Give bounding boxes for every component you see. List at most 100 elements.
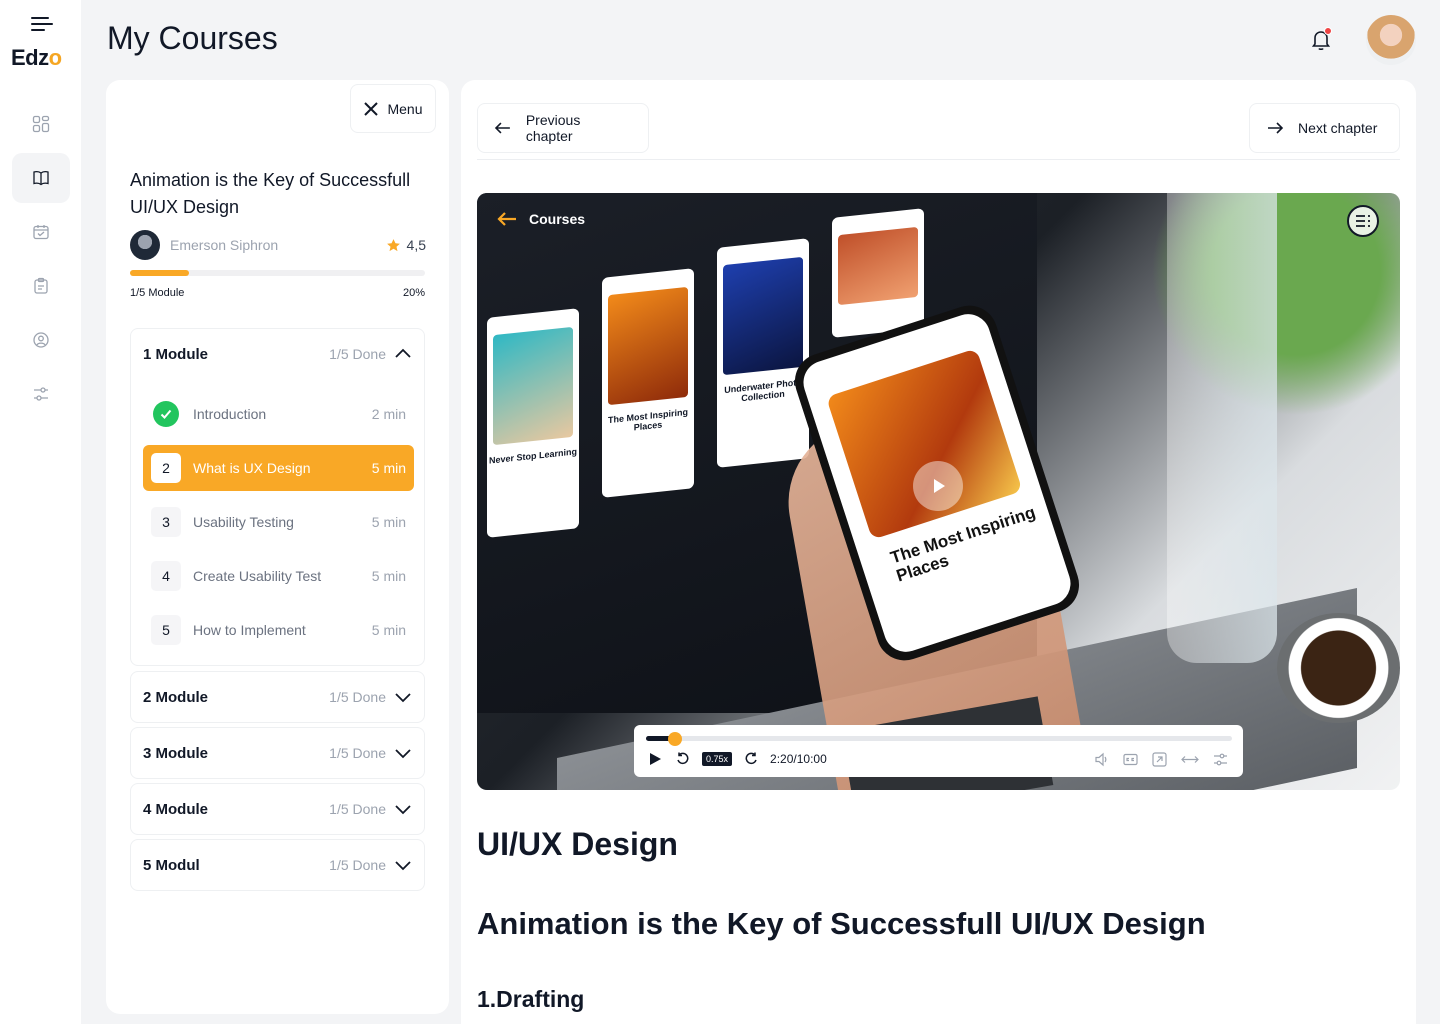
module-done-count: 1/5 Done	[329, 801, 386, 817]
lesson-item-3[interactable]: 3 Usability Testing 5 min	[143, 499, 414, 545]
sidebar-item-dashboard[interactable]	[12, 99, 70, 149]
previous-chapter-button[interactable]: Previous chapter	[477, 103, 649, 153]
previous-chapter-label: Previous chapter	[525, 112, 581, 144]
chevron-up-icon	[395, 348, 411, 358]
progress-modules: 1/5 Module	[130, 287, 185, 299]
lesson-item-1[interactable]: Introduction 2 min	[143, 391, 414, 437]
video-controls: 0.75x 2:20/10:00	[634, 725, 1243, 777]
volume-icon[interactable]	[1094, 752, 1109, 767]
calendar-icon	[33, 225, 49, 240]
module-name: 2 Module	[143, 688, 209, 706]
video-seek-bar[interactable]	[646, 736, 1232, 741]
module-done-count: 1/5 Done	[329, 745, 386, 761]
next-chapter-button[interactable]: Next chapter	[1249, 103, 1400, 153]
module-header-4[interactable]: 4 Module 1/5 Done	[131, 784, 424, 834]
module-done-count: 1/5 Done	[329, 857, 386, 873]
menu-label: Menu	[387, 100, 423, 117]
video-scene-card: The Most Inspiring Places	[602, 268, 694, 498]
lesson-duration: 2 min	[371, 406, 406, 422]
video-scene-card	[832, 208, 924, 338]
lesson-duration: 5 min	[371, 460, 406, 476]
course-progress-bar	[130, 270, 425, 276]
menu-toggle-button[interactable]: Menu	[350, 84, 436, 133]
pip-icon[interactable]	[1152, 751, 1167, 767]
module-done-count: 1/5 Done	[329, 346, 386, 362]
module-card-3: 3 Module 1/5 Done	[130, 727, 425, 779]
video-time: 2:20/10:00	[770, 752, 827, 766]
logo: Edzo	[11, 45, 62, 70]
user-avatar[interactable]	[1366, 15, 1416, 65]
module-done-count: 1/5 Done	[329, 689, 386, 705]
list-icon	[1356, 215, 1370, 227]
sidebar-item-schedule[interactable]	[12, 207, 70, 257]
lesson-number: 3	[151, 507, 181, 537]
lesson-category-heading: UI/UX Design	[477, 826, 678, 862]
book-icon	[33, 171, 49, 186]
video-back-label: Courses	[529, 211, 586, 227]
module-name: 3 Module	[143, 744, 209, 762]
module-card-2: 2 Module 1/5 Done	[130, 671, 425, 723]
rating-value: 4,5	[406, 237, 426, 253]
sidebar-item-courses[interactable]	[12, 153, 70, 203]
playback-speed-button[interactable]: 0.75x	[702, 752, 733, 766]
course-rating: 4,5	[386, 237, 426, 253]
module-name: 5 Modul	[143, 856, 200, 874]
sidebar-item-profile[interactable]	[12, 315, 70, 365]
notification-badge	[1324, 27, 1332, 35]
course-progress-text: 1/5 Module 20%	[130, 287, 425, 299]
module-header-1[interactable]: 1 Module 1/5 Done	[131, 329, 424, 379]
sidebar-item-tasks[interactable]	[12, 261, 70, 311]
settings-icon[interactable]	[1213, 752, 1228, 767]
lesson-duration: 5 min	[371, 568, 406, 584]
lesson-title: Create Usability Test	[193, 568, 322, 584]
lesson-duration: 5 min	[371, 514, 406, 530]
video-seek-handle[interactable]	[668, 732, 683, 746]
sidebar-item-settings[interactable]	[12, 369, 70, 419]
replay-icon[interactable]	[744, 752, 758, 766]
chevron-down-icon	[395, 693, 411, 703]
module-header-5[interactable]: 5 Modul 1/5 Done	[131, 840, 424, 890]
arrow-left-icon	[494, 122, 510, 134]
video-scene-card: Never Stop Learning	[487, 308, 579, 538]
video-back-button[interactable]: Courses	[497, 211, 585, 227]
author-name: Emerson Siphron	[170, 237, 279, 253]
lesson-title: How to Implement	[193, 622, 306, 638]
video-player[interactable]: Never Stop Learning The Most Inspiring P…	[477, 193, 1400, 790]
lesson-item-4[interactable]: 4 Create Usability Test 5 min	[143, 553, 414, 599]
video-controls-row: 0.75x 2:20/10:00	[648, 750, 1228, 768]
chevron-down-icon	[395, 861, 411, 871]
star-icon	[386, 238, 400, 251]
lesson-title: What is UX Design	[193, 460, 311, 476]
lesson-item-5[interactable]: 5 How to Implement 5 min	[143, 607, 414, 653]
module-card-5: 5 Modul 1/5 Done	[130, 839, 425, 891]
notification-button[interactable]	[1308, 27, 1334, 53]
clipboard-icon	[34, 277, 48, 294]
divider	[477, 159, 1400, 160]
captions-icon[interactable]	[1123, 752, 1138, 767]
play-icon[interactable]	[648, 752, 662, 766]
course-title: Animation is the Key of Successfull UI/U…	[130, 170, 411, 217]
page-title: My Courses	[107, 20, 278, 56]
rewind-icon[interactable]	[676, 752, 690, 766]
video-controls-right	[1094, 751, 1228, 767]
play-icon	[934, 479, 945, 493]
video-scene-bottle	[1167, 193, 1277, 663]
author-avatar	[130, 230, 160, 260]
module-card-4: 4 Module 1/5 Done	[130, 783, 425, 835]
user-circle-icon	[33, 332, 49, 348]
expand-horizontal-icon[interactable]	[1181, 752, 1199, 767]
module-header-2[interactable]: 2 Module 1/5 Done	[131, 672, 424, 722]
lesson-content-panel: Previous chapter Next chapter Never Stop…	[461, 80, 1416, 1024]
video-scene-card: Underwater Photo Collection	[717, 238, 809, 468]
lesson-item-2[interactable]: 2 What is UX Design 5 min	[143, 445, 414, 491]
lesson-title: Usability Testing	[193, 514, 294, 530]
close-icon	[364, 101, 379, 116]
hamburger-menu-icon[interactable]	[31, 17, 53, 33]
module-header-3[interactable]: 3 Module 1/5 Done	[131, 728, 424, 778]
lesson-number: 5	[151, 615, 181, 645]
lesson-duration: 5 min	[371, 622, 406, 638]
video-play-overlay-button[interactable]	[913, 461, 963, 511]
video-playlist-button[interactable]	[1347, 205, 1379, 237]
author-row: Emerson Siphron 4,5	[130, 230, 426, 260]
lesson-number: 4	[151, 561, 181, 591]
